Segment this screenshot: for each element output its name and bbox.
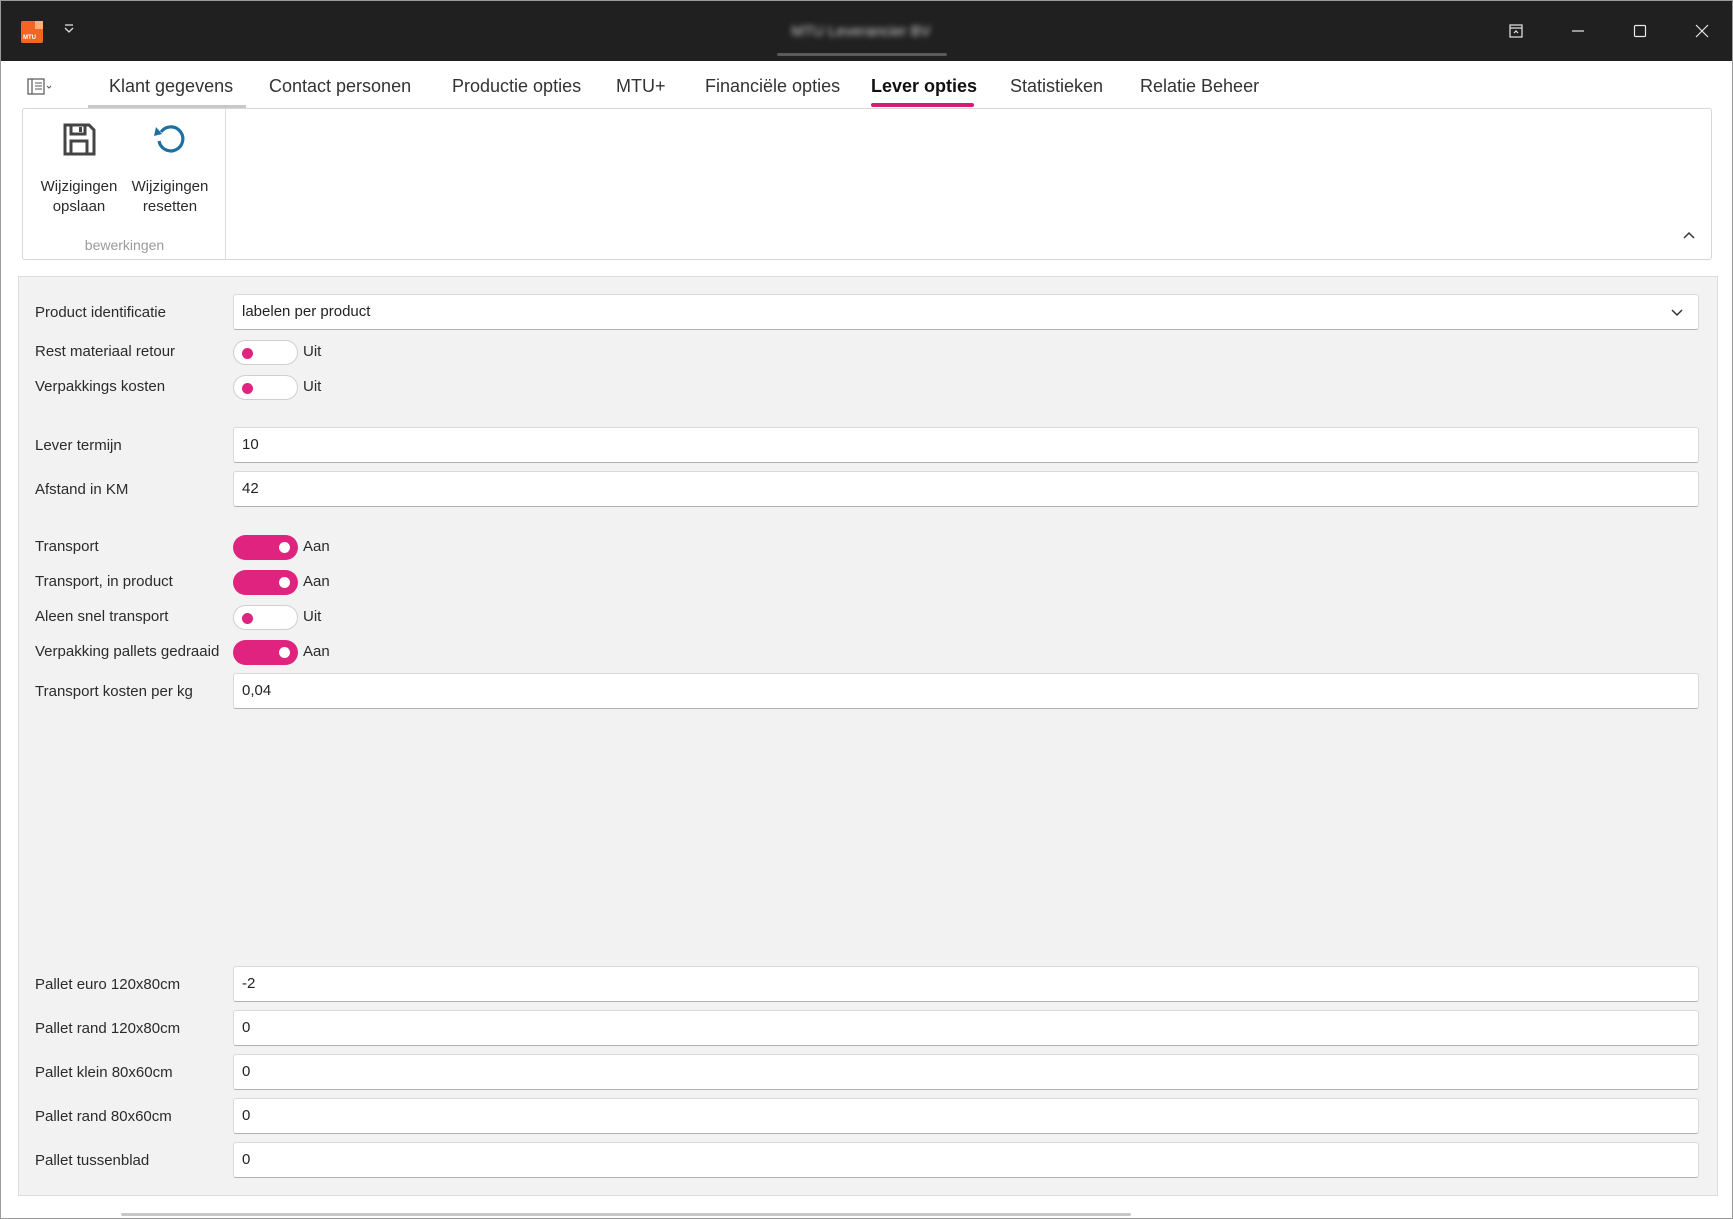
- aleen-snel-transport-toggle[interactable]: [233, 605, 298, 630]
- save-changes-label: Wijzigingen opslaan: [40, 178, 118, 215]
- pallet-euro-label: Pallet euro 120x80cm: [35, 976, 181, 993]
- pallet-rand-80-input[interactable]: 0: [233, 1098, 1699, 1134]
- collapse-ribbon-button[interactable]: [1679, 225, 1699, 245]
- afstand-km-input[interactable]: 42: [233, 471, 1699, 507]
- transport-kosten-per-kg-input[interactable]: 0,04: [233, 673, 1699, 709]
- close-button[interactable]: [1671, 1, 1733, 61]
- title-underline: [777, 53, 947, 56]
- horizontal-scrollbar[interactable]: [121, 1213, 1131, 1216]
- minimize-icon: [1572, 30, 1584, 32]
- maximize-icon: [1633, 24, 1647, 38]
- tab-financiele-opties[interactable]: Financiële opties: [705, 73, 840, 99]
- transport-kosten-per-kg-label: Transport kosten per kg: [35, 683, 193, 700]
- transport-in-product-label: Transport, in product: [35, 573, 173, 590]
- pallet-euro-input[interactable]: -2: [233, 966, 1699, 1002]
- tab-mtu-plus[interactable]: MTU+: [616, 73, 666, 99]
- verpakking-pallets-gedraaid-state: Aan: [303, 643, 330, 660]
- product-identificatie-select[interactable]: labelen per product: [233, 294, 1699, 330]
- tab-bar: [1, 61, 1732, 109]
- verpakking-pallets-gedraaid-toggle[interactable]: [233, 640, 298, 665]
- verpakkings-kosten-state: Uit: [303, 378, 322, 395]
- tab-contact-personen[interactable]: Contact personen: [269, 73, 411, 99]
- verpakkings-kosten-toggle[interactable]: [233, 375, 298, 400]
- aleen-snel-transport-state: Uit: [303, 608, 322, 625]
- pallet-klein-label: Pallet klein 80x60cm: [35, 1064, 173, 1081]
- chevron-down-icon: [1671, 309, 1683, 317]
- app-logo-icon: MTU: [21, 21, 43, 43]
- window-restore-button[interactable]: [1485, 1, 1547, 61]
- ribbon: Wijzigingen opslaan Wijzigingen resetten b…: [22, 108, 1712, 260]
- pallet-rand-120-input[interactable]: 0: [233, 1010, 1699, 1046]
- tab-productie-opties[interactable]: Productie opties: [452, 73, 581, 99]
- quick-access-dropdown-icon[interactable]: [59, 21, 79, 41]
- tab-klant-gegevens[interactable]: Klant gegevens: [109, 73, 233, 99]
- pallet-rand-120-label: Pallet rand 120x80cm: [35, 1020, 181, 1037]
- verpakkings-kosten-label: Verpakkings kosten: [35, 378, 166, 395]
- active-tab-indicator: [871, 103, 974, 107]
- chevron-up-icon: [1683, 231, 1695, 239]
- verpakking-pallets-gedraaid-label: Verpakking pallets gedraaid: [35, 643, 220, 660]
- tab-lever-opties[interactable]: Lever opties: [871, 73, 977, 99]
- pallet-klein-input[interactable]: 0: [233, 1054, 1699, 1090]
- transport-label: Transport: [35, 538, 99, 555]
- save-icon: [63, 123, 96, 156]
- pallet-tussenblad-input[interactable]: 0: [233, 1142, 1699, 1178]
- product-identificatie-label: Product identificatie: [35, 304, 166, 321]
- rest-materiaal-retour-label: Rest materiaal retour: [35, 343, 176, 360]
- tab-relatie-beheer[interactable]: Relatie Beheer: [1140, 73, 1259, 99]
- rest-materiaal-retour-toggle[interactable]: [233, 340, 298, 365]
- maximize-button[interactable]: [1609, 1, 1671, 61]
- reset-icon: [154, 125, 185, 153]
- sidebar-toggle-icon[interactable]: [27, 77, 55, 97]
- pallet-tussenblad-label: Pallet tussenblad: [35, 1152, 150, 1169]
- save-changes-button[interactable]: Wijzigingen opslaan: [35, 119, 123, 229]
- lever-termijn-label: Lever termijn: [35, 437, 122, 454]
- ribbon-group-bewerkingen: Wijzigingen opslaan Wijzigingen resetten b…: [23, 109, 226, 259]
- rest-materiaal-retour-state: Uit: [303, 343, 322, 360]
- title-bar: MTU MTU Leverancier BV: [1, 1, 1732, 61]
- transport-state: Aan: [303, 538, 330, 555]
- tab-statistieken[interactable]: Statistieken: [1010, 73, 1103, 99]
- lever-termijn-input[interactable]: 10: [233, 427, 1699, 463]
- transport-in-product-toggle[interactable]: [233, 570, 298, 595]
- transport-toggle[interactable]: [233, 535, 298, 560]
- reset-changes-label: Wijzigingen resetten: [131, 178, 209, 215]
- app-window: MTU MTU Leverancier BV Klant gegevens Co…: [0, 0, 1733, 1219]
- minimize-button[interactable]: [1547, 1, 1609, 61]
- window-title: MTU Leverancier BV: [791, 23, 931, 40]
- close-icon: [1695, 24, 1709, 38]
- aleen-snel-transport-label: Aleen snel transport: [35, 608, 169, 625]
- window-restore-icon: [1509, 24, 1523, 38]
- reset-changes-button[interactable]: Wijzigingen resetten: [126, 119, 214, 229]
- ribbon-group-label: bewerkingen: [84, 237, 165, 253]
- transport-in-product-state: Aan: [303, 573, 330, 590]
- pallet-rand-80-label: Pallet rand 80x60cm: [35, 1108, 172, 1125]
- afstand-km-label: Afstand in KM: [35, 481, 129, 498]
